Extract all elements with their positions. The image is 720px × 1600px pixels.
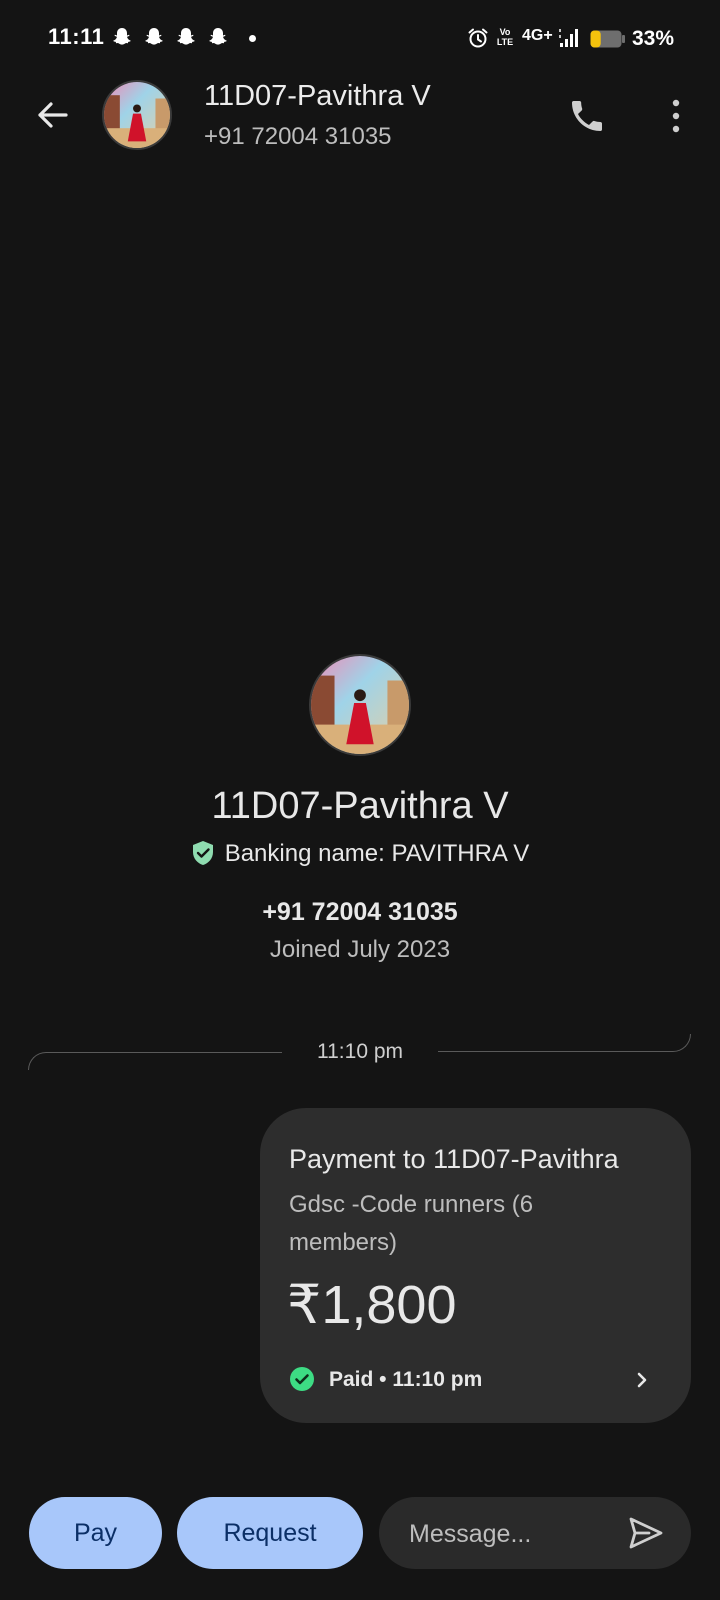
signal-icon [559,29,578,47]
payment-title: Payment to 11D07-Pavithra [289,1144,619,1174]
volte-indicator: Vo LTE [495,27,515,47]
banking-name-row: Banking name: PAVITHRA V [0,840,720,868]
message-timestamp: 11:10 pm [317,1040,403,1063]
payment-status: Paid • 11:10 pm [329,1368,483,1391]
request-button[interactable]: Request [177,1497,363,1569]
pay-button[interactable]: Pay [29,1497,162,1569]
send-icon[interactable] [627,1515,665,1551]
header-contact-name: 11D07-Pavithra V [204,80,431,112]
message-compose-box [379,1497,691,1571]
avatar-photo [104,82,170,148]
banking-name: Banking name: PAVITHRA V [224,840,530,867]
verified-shield-icon [192,841,213,865]
snapchat-icon [177,28,195,45]
payment-card[interactable]: Payment to 11D07-Pavithra Gdsc -Code run… [260,1108,691,1423]
contact-avatar[interactable] [102,80,172,150]
phone-call-icon[interactable] [567,96,607,136]
joined-date: Joined July 2023 [269,936,451,963]
profile-name: 11D07-Pavithra V [211,785,509,827]
payment-conversation-screen: 11:11 Vo LTE 4G+ 33% 11D07-Pavithra V +9… [0,0,720,1600]
snapchat-icon [113,28,131,45]
snapchat-icon [145,28,163,45]
profile-phone: +91 72004 31035 [262,898,458,926]
avatar-photo [311,656,409,754]
payment-amount: ₹1,800 [287,1275,457,1335]
volte-bottom: LTE [496,37,514,47]
alarm-icon [468,28,488,48]
status-time: 11:11 [48,24,105,49]
payment-note: Gdsc -Code runners (6 members) [289,1191,534,1256]
battery-icon [590,30,625,48]
payment-status-row: Paid • 11:10 pm [289,1366,482,1392]
snapchat-icon [209,28,227,45]
status-bar: 11:11 Vo LTE 4G+ 33% [0,0,720,78]
battery-percent: 33% [632,27,675,50]
back-arrow-icon[interactable] [32,95,72,135]
notification-dot [249,35,256,42]
chevron-right-icon [637,1372,647,1388]
network-type: 4G+ [522,27,553,44]
volte-top: Vo [499,27,511,37]
check-circle-icon [290,1367,314,1391]
header-contact-phone: +91 72004 31035 [204,123,392,150]
message-input[interactable] [407,1497,611,1571]
more-options-icon[interactable] [662,96,690,136]
profile-avatar [309,654,411,756]
